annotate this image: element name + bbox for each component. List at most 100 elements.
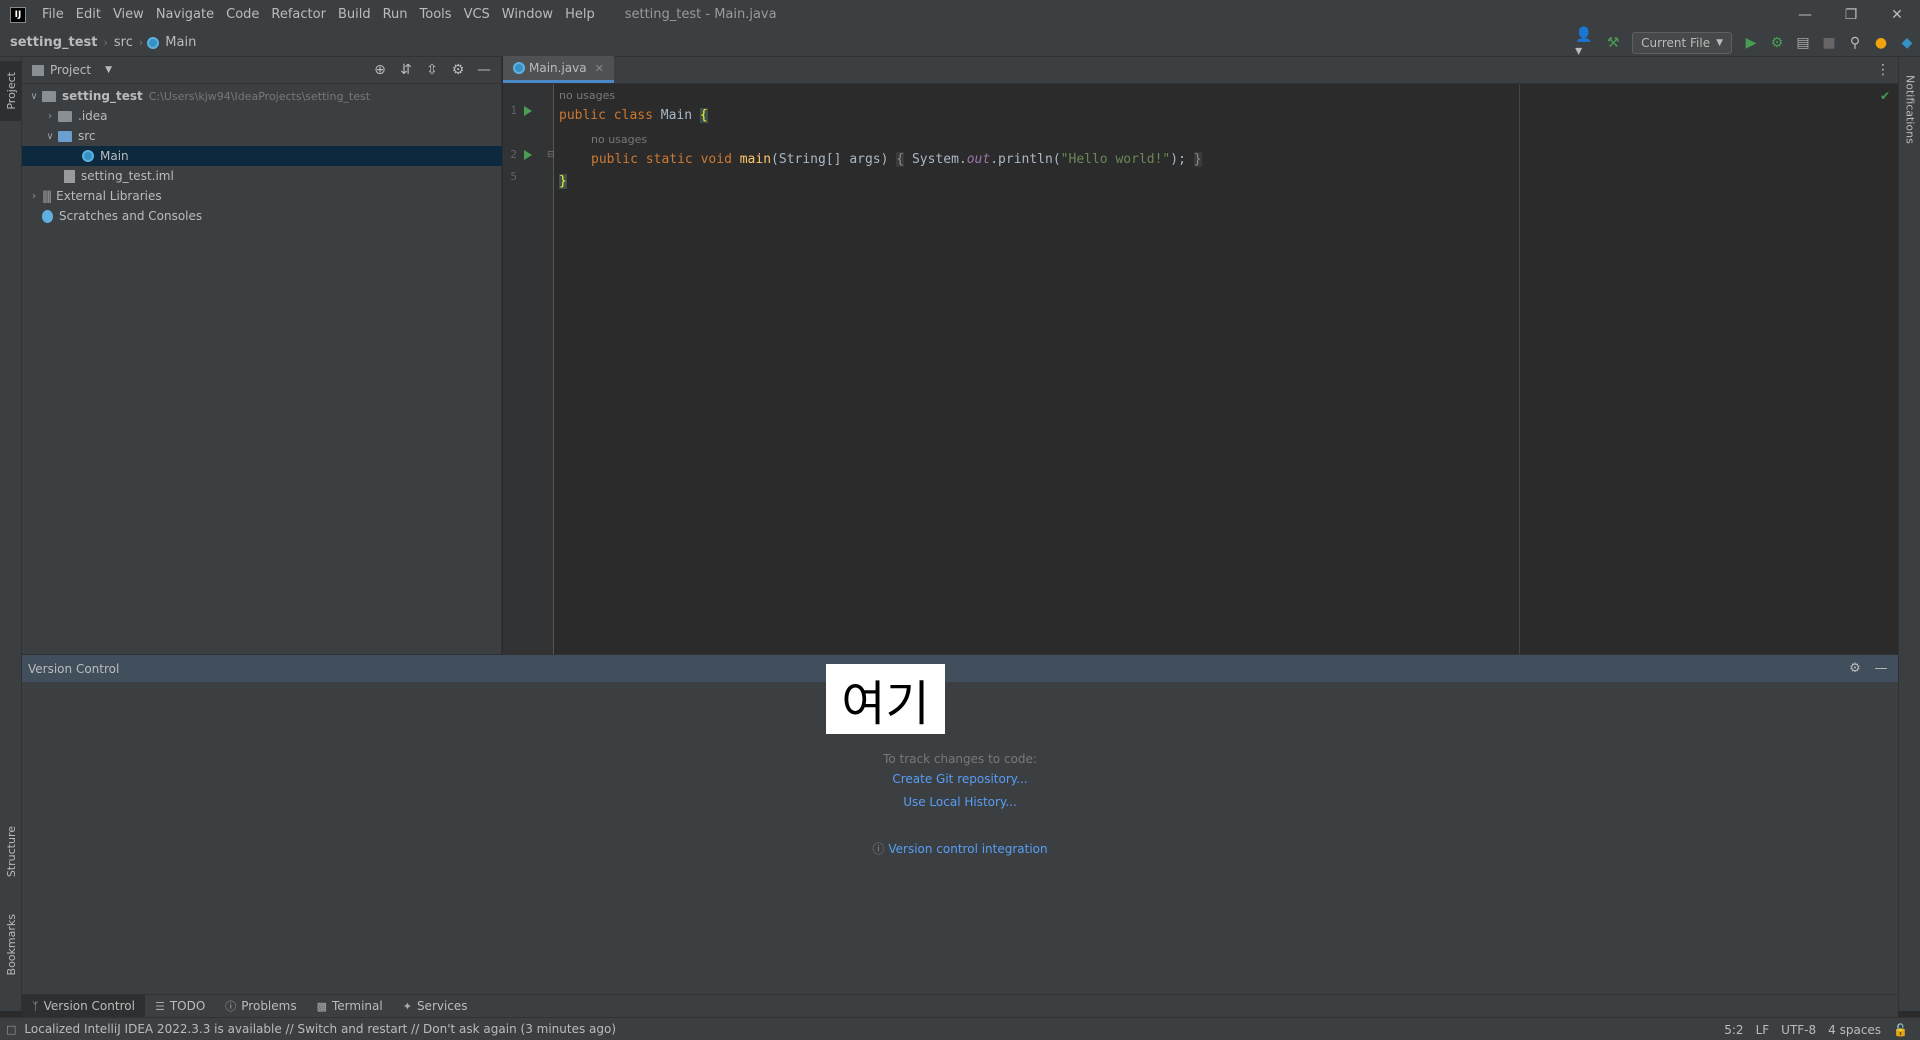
tool-tab-problems[interactable]: ⓘ Problems [215, 995, 306, 1018]
more-vertical-icon[interactable]: ⋮ [1876, 62, 1890, 78]
tree-item-main-label: Main [100, 149, 129, 163]
line-separator[interactable]: LF [1750, 1023, 1776, 1037]
checkmark-icon[interactable]: ✔ [1880, 89, 1890, 103]
menu-navigate[interactable]: Navigate [150, 0, 220, 29]
usages-hint[interactable]: no usages [591, 133, 647, 146]
window-title: setting_test - Main.java [624, 7, 777, 22]
caret-position[interactable]: 5:2 [1718, 1023, 1749, 1037]
menu-vcs[interactable]: VCS [458, 0, 496, 29]
code-line-2[interactable]: public static void main(String[] args) {… [591, 152, 1202, 167]
search-icon[interactable]: ⚲ [1843, 31, 1867, 55]
run-gutter-icon[interactable] [524, 106, 532, 116]
tree-item-idea[interactable]: › .idea [22, 106, 502, 126]
tool-tab-terminal[interactable]: ▩ Terminal [307, 995, 393, 1018]
menu-tools[interactable]: Tools [414, 0, 458, 29]
menu-view[interactable]: View [107, 0, 150, 29]
update-icon[interactable]: ● [1869, 31, 1893, 55]
tree-item-iml[interactable]: setting_test.iml [22, 166, 502, 186]
expand-all-icon[interactable]: ⇵ [393, 57, 419, 83]
tree-item-main[interactable]: Main [22, 146, 502, 166]
tool-tab-notifications[interactable]: Notifications [1899, 61, 1920, 157]
run-config-select[interactable]: Current File ▼ [1632, 32, 1732, 54]
hide-panel-icon[interactable]: — [471, 57, 497, 83]
debug-icon[interactable]: ⚙ [1765, 31, 1789, 55]
run-config-label: Current File [1641, 36, 1711, 50]
fold-brace[interactable]: } [1193, 152, 1202, 167]
stop-icon[interactable]: ■ [1817, 31, 1841, 55]
tab-main-java[interactable]: Main.java ✕ [503, 56, 614, 83]
menu-refactor[interactable]: Refactor [265, 0, 332, 29]
collapse-all-icon[interactable]: ⇳ [419, 57, 445, 83]
menu-window[interactable]: Window [496, 0, 559, 29]
tool-tab-bookmarks[interactable]: Bookmarks [0, 905, 22, 985]
class-name: Main [660, 108, 693, 123]
tree-item-scratches[interactable]: Scratches and Consoles [22, 206, 502, 226]
run-gutter-icon[interactable] [524, 150, 532, 160]
terminal-icon: ▩ [316, 999, 327, 1013]
minimize-icon[interactable]: — [1782, 0, 1828, 29]
close-icon[interactable]: ✕ [595, 62, 604, 75]
tool-tab-services[interactable]: ✦ Services [393, 995, 478, 1018]
breadcrumb-src[interactable]: src [112, 35, 135, 50]
project-panel: Project ▼ ⊕ ⇵ ⇳ ⚙ — ∨ setting_test C:\Us… [22, 57, 502, 654]
fold-icon[interactable]: ⊟ [547, 150, 555, 160]
create-git-repository-link[interactable]: Create Git repository... [892, 772, 1027, 786]
version-control-integration-link[interactable]: Version control integration [888, 842, 1047, 856]
code-line-5[interactable]: } [559, 174, 567, 189]
tree-item-external-libraries[interactable]: › |||| External Libraries [22, 186, 502, 206]
breadcrumb-main[interactable]: Main [163, 35, 198, 50]
menu-run[interactable]: Run [377, 0, 414, 29]
chevron-right-icon[interactable]: › [42, 111, 58, 122]
tool-tab-version-control[interactable]: ᛉ Version Control [22, 994, 145, 1018]
usages-hint[interactable]: no usages [559, 89, 615, 102]
indent-setting[interactable]: 4 spaces [1822, 1023, 1887, 1037]
close-icon[interactable]: ✕ [1874, 0, 1920, 29]
run-icon[interactable]: ▶ [1739, 31, 1763, 55]
tab-main-java-label: Main.java [529, 61, 587, 75]
code-line-1[interactable]: public class Main { [559, 108, 708, 123]
folder-icon [58, 110, 72, 122]
menu-help[interactable]: Help [559, 0, 601, 29]
library-icon: |||| [42, 189, 52, 203]
build-hammer-icon[interactable]: ⚒ [1601, 31, 1625, 55]
status-toggle-icon[interactable]: □ [6, 1023, 16, 1036]
project-view-select[interactable]: Project [50, 63, 91, 77]
coverage-icon[interactable]: ▤ [1791, 31, 1815, 55]
tool-tab-structure[interactable]: Structure [0, 817, 22, 887]
keyword: static [645, 152, 693, 167]
project-panel-header: Project ▼ ⊕ ⇵ ⇳ ⚙ — [22, 57, 501, 84]
menu-code[interactable]: Code [220, 0, 265, 29]
lock-icon[interactable]: 🔓 [1887, 1023, 1914, 1037]
parameters: (String[] args) [771, 152, 889, 167]
right-margin-guide [1519, 84, 1520, 654]
tool-tab-todo[interactable]: ☰ TODO [145, 995, 215, 1018]
chevron-down-icon[interactable]: ∨ [42, 131, 58, 142]
gear-icon[interactable]: ⚙ [1842, 655, 1868, 682]
status-bar: □ Localized IntelliJ IDEA 2022.3.3 is av… [0, 1017, 1920, 1040]
chevron-down-icon[interactable]: ∨ [26, 91, 42, 102]
hide-panel-icon[interactable]: — [1868, 655, 1894, 682]
problems-icon: ⓘ [225, 1000, 237, 1013]
restore-icon[interactable]: ❐ [1828, 0, 1874, 29]
chevron-right-icon[interactable]: › [26, 191, 42, 202]
use-local-history-link[interactable]: Use Local History... [903, 795, 1017, 809]
tree-item-root[interactable]: ∨ setting_test C:\Users\kjw94\IdeaProjec… [22, 86, 502, 106]
user-icon[interactable]: 👤▾ [1575, 27, 1599, 59]
menu-build[interactable]: Build [332, 0, 377, 29]
file-encoding[interactable]: UTF-8 [1775, 1023, 1822, 1037]
editor-tab-bar: Main.java ✕ ⋮ [503, 56, 1898, 84]
fold-brace[interactable]: { [896, 152, 905, 167]
app-logo-icon[interactable]: IJ [10, 6, 26, 23]
jetbrains-logo-icon[interactable]: ◆ [1895, 31, 1919, 55]
status-message[interactable]: Localized IntelliJ IDEA 2022.3.3 is avai… [24, 1022, 616, 1036]
tree-item-iml-label: setting_test.iml [81, 169, 174, 183]
locate-file-icon[interactable]: ⊕ [367, 57, 393, 83]
menu-file[interactable]: File [36, 0, 70, 29]
tool-tab-project[interactable]: Project [0, 61, 22, 121]
menu-edit[interactable]: Edit [70, 0, 107, 29]
breadcrumb-project[interactable]: setting_test [8, 35, 99, 50]
tool-tab-notifications-label: Notifications [1903, 74, 1917, 144]
gear-icon[interactable]: ⚙ [445, 57, 471, 83]
chevron-down-icon[interactable]: ▼ [105, 65, 112, 75]
tree-item-src[interactable]: ∨ src [22, 126, 502, 146]
